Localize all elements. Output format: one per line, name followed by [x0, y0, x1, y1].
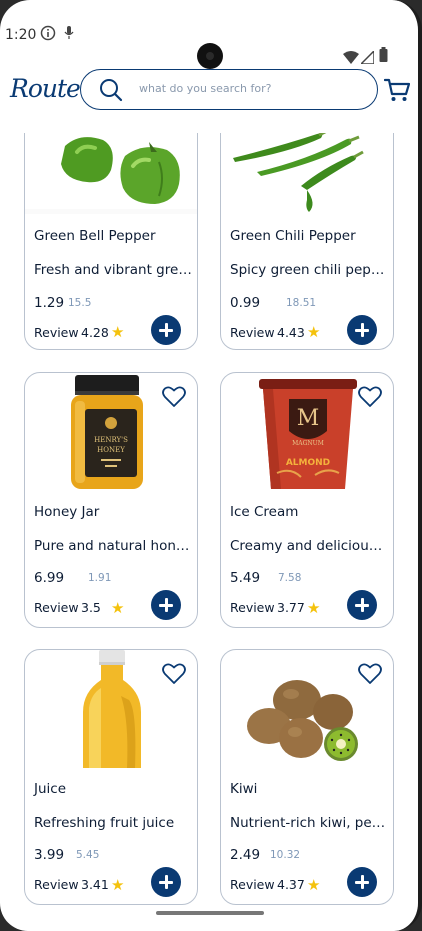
search-bar[interactable]: what do you search for? — [80, 69, 378, 110]
wishlist-heart-icon[interactable] — [162, 386, 186, 412]
product-card[interactable]: Kiwi Nutrient-rich kiwi, perfect 2.49 10… — [220, 649, 394, 905]
product-image-green-bell-pepper — [25, 133, 197, 222]
product-old-price: 18.51 — [286, 297, 317, 309]
battery-icon — [379, 47, 388, 66]
app-header: Route what do you search for? — [0, 68, 418, 114]
wifi-icon — [343, 49, 359, 68]
tub-brand-text: MAGNUM — [292, 440, 324, 447]
review-label: Review — [230, 325, 275, 340]
mic-icon — [64, 25, 74, 45]
search-icon — [99, 78, 123, 106]
product-card[interactable]: Green Bell Pepper Fresh and vibrant gree… — [24, 133, 198, 350]
star-icon: ★ — [307, 323, 321, 341]
product-old-price: 15.5 — [68, 297, 92, 309]
jar-label-line-2: HONEY — [97, 446, 125, 454]
star-icon: ★ — [111, 323, 125, 341]
product-name: Kiwi — [230, 781, 258, 797]
star-icon: ★ — [111, 599, 125, 617]
status-time: 1:20 — [5, 27, 37, 43]
review-label: Review — [34, 877, 79, 892]
product-card[interactable]: Green Chili Pepper Spicy green chili pep… — [220, 133, 394, 350]
product-card[interactable]: M MAGNUM ALMOND Ice Cream Creamy and del… — [220, 372, 394, 628]
home-indicator[interactable] — [156, 911, 264, 915]
star-icon: ★ — [307, 599, 321, 617]
add-to-cart-button[interactable] — [347, 315, 377, 345]
product-name: Honey Jar — [34, 504, 100, 520]
product-price: 2.49 — [230, 847, 261, 863]
product-description: Pure and natural honey — [34, 538, 192, 554]
svg-text:M: M — [297, 406, 320, 431]
review-label: Review — [34, 325, 79, 340]
review-label: Review — [230, 600, 275, 615]
product-name: Green Bell Pepper — [34, 228, 156, 244]
product-price: 5.49 — [230, 570, 261, 586]
wishlist-heart-icon[interactable] — [358, 386, 382, 412]
add-to-cart-button[interactable] — [347, 867, 377, 897]
product-price: 0.99 — [230, 295, 261, 311]
product-card[interactable]: HENRY'S HONEY Honey Jar Pure and natural… — [24, 372, 198, 628]
review-rating: 3.41 — [81, 877, 109, 892]
wishlist-heart-icon[interactable] — [358, 663, 382, 689]
product-old-price: 5.45 — [76, 849, 100, 861]
add-to-cart-button[interactable] — [151, 315, 181, 345]
product-image-green-chili-pepper — [221, 133, 393, 222]
star-icon: ★ — [307, 876, 321, 894]
search-placeholder: what do you search for? — [139, 82, 272, 95]
tub-flavor-text: ALMOND — [286, 458, 330, 468]
jar-label-line-1: HENRY'S — [94, 436, 128, 444]
route-logo: Route — [10, 74, 81, 103]
product-old-price: 1.91 — [88, 572, 112, 584]
status-bar: 1:20 — [0, 20, 418, 69]
product-description: Nutrient-rich kiwi, perfect — [230, 815, 388, 831]
product-description: Spicy green chili peppers — [230, 262, 388, 278]
review-label: Review — [230, 877, 275, 892]
product-card[interactable]: Juice Refreshing fruit juice 3.99 5.45 R… — [24, 649, 198, 905]
signal-icon — [359, 49, 375, 68]
product-grid: Green Bell Pepper Fresh and vibrant gree… — [0, 133, 418, 923]
product-old-price: 7.58 — [278, 572, 302, 584]
info-icon — [40, 25, 56, 45]
review-rating: 4.43 — [277, 325, 305, 340]
star-icon: ★ — [111, 876, 125, 894]
product-description: Creamy and delicious ice cream — [230, 538, 388, 554]
review-rating: 4.37 — [277, 877, 305, 892]
product-price: 1.29 — [34, 295, 65, 311]
add-to-cart-button[interactable] — [151, 867, 181, 897]
review-rating: 3.77 — [277, 600, 305, 615]
product-price: 3.99 — [34, 847, 65, 863]
phone-screen: 1:20 Route what do you search for? Green… — [0, 0, 422, 931]
review-rating: 4.28 — [81, 325, 109, 340]
product-old-price: 10.32 — [270, 849, 301, 861]
cart-icon[interactable] — [383, 77, 411, 107]
wishlist-heart-icon[interactable] — [162, 663, 186, 689]
add-to-cart-button[interactable] — [347, 590, 377, 620]
product-name: Ice Cream — [230, 504, 299, 520]
product-description: Refreshing fruit juice — [34, 815, 175, 831]
camera-cutout — [197, 43, 223, 69]
product-name: Green Chili Pepper — [230, 228, 356, 244]
add-to-cart-button[interactable] — [151, 590, 181, 620]
product-price: 6.99 — [34, 570, 65, 586]
review-rating: 3.5 — [81, 600, 101, 615]
product-name: Juice — [34, 781, 67, 797]
product-description: Fresh and vibrant green bell peppers — [34, 262, 192, 278]
review-label: Review — [34, 600, 79, 615]
